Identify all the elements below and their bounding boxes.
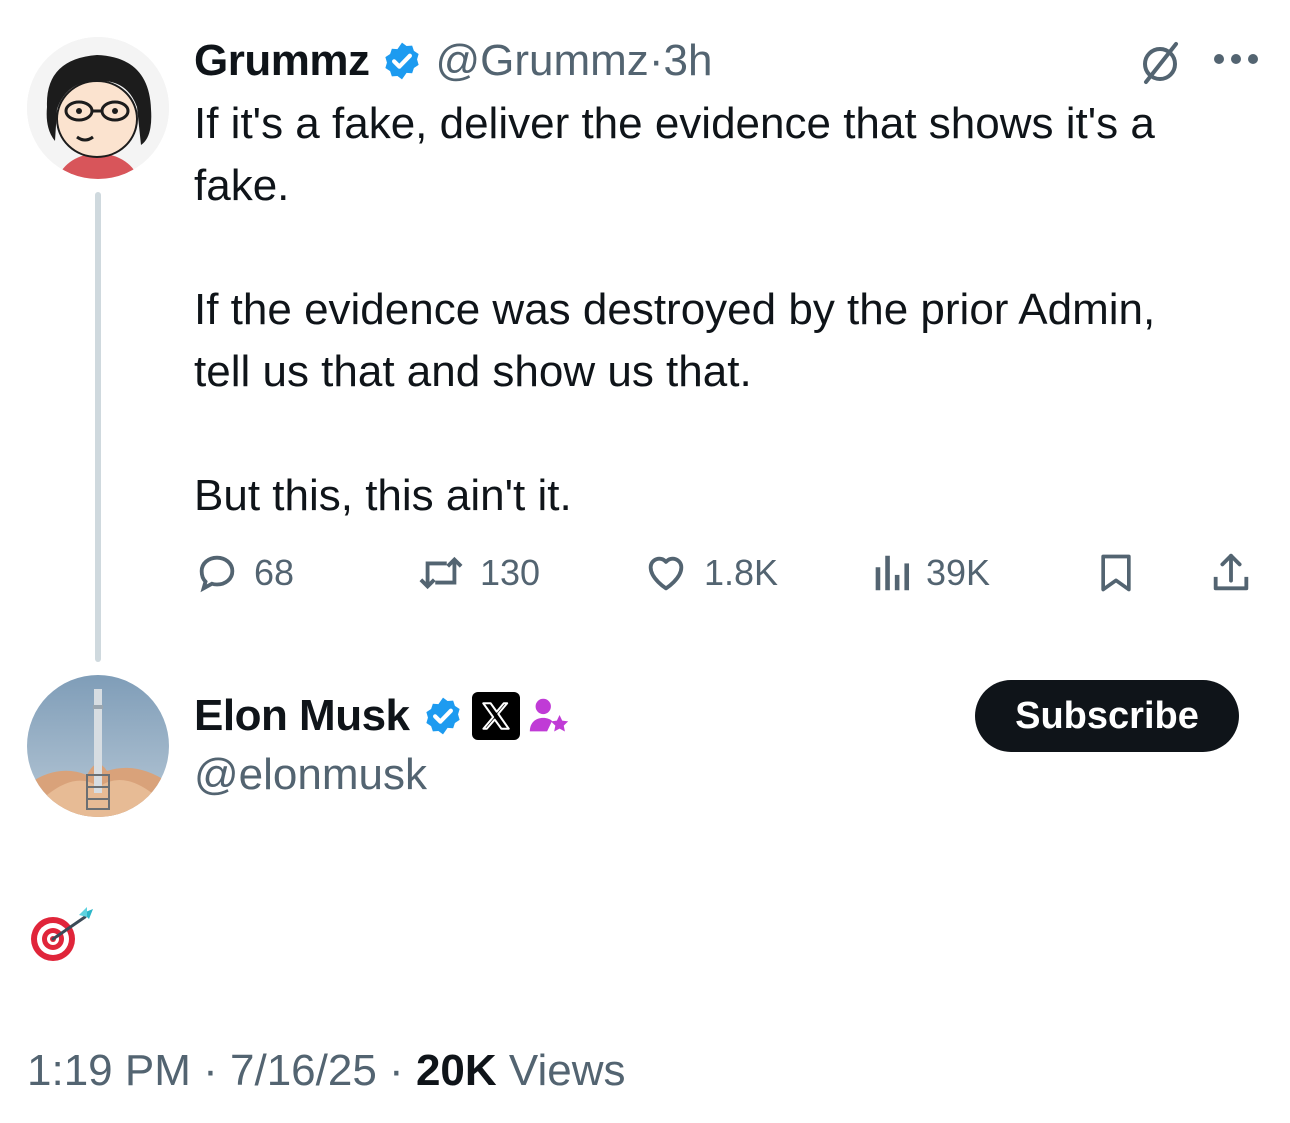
repost-button[interactable]: 130 xyxy=(416,548,540,598)
tweet-text-line: tell us that and show us that. xyxy=(194,347,752,396)
author-handle[interactable]: @Grummz xyxy=(435,36,648,85)
views-button[interactable]: 39K xyxy=(870,548,990,598)
reply-author-name[interactable]: Elon Musk xyxy=(194,691,410,741)
reply-timestamp-views: 1:19 PM · 7/16/25 · 20K Views xyxy=(27,1046,625,1096)
reply-author-handle[interactable]: @elonmusk xyxy=(194,750,427,800)
view-count: 39K xyxy=(926,552,991,593)
heart-icon xyxy=(648,556,684,591)
reply-date[interactable]: 7/16/25 xyxy=(230,1046,377,1095)
bookmark-icon xyxy=(1101,554,1131,592)
thread-connector-line xyxy=(95,192,101,662)
share-icon xyxy=(1213,553,1249,591)
reply-count: 68 xyxy=(254,552,295,593)
reply-time[interactable]: 1:19 PM xyxy=(27,1046,191,1095)
reply-button[interactable]: 68 xyxy=(194,548,294,598)
analytics-icon xyxy=(875,555,910,591)
verified-badge-icon xyxy=(385,42,420,80)
x-affiliate-badge-icon[interactable] xyxy=(471,692,520,740)
repost-icon xyxy=(419,556,463,590)
repost-count: 130 xyxy=(480,552,541,593)
more-options-icon[interactable] xyxy=(1212,52,1260,66)
verified-badge-icon xyxy=(425,697,460,735)
views-label: Views xyxy=(508,1046,626,1095)
grok-icon[interactable] xyxy=(1136,38,1184,86)
bookmark-button[interactable] xyxy=(1094,548,1138,598)
tweet-text-line: But this, this ain't it. xyxy=(194,471,572,520)
reply-view-count: 20K xyxy=(415,1046,497,1095)
account-type-icon xyxy=(529,698,568,732)
like-button[interactable]: 1.8K xyxy=(642,548,778,598)
grummz-avatar[interactable] xyxy=(27,37,169,179)
parent-tweet-header: Grummz @Grummz·3h xyxy=(194,33,712,89)
elonmusk-avatar[interactable] xyxy=(27,675,169,817)
tweet-text-line: If it's a fake, deliver the evidence tha… xyxy=(194,99,1155,148)
tweet-time[interactable]: 3h xyxy=(663,36,712,85)
direct-hit-emoji-icon xyxy=(31,907,93,961)
separator-dot: · xyxy=(389,1046,404,1095)
tweet-text-line: fake. xyxy=(194,161,290,210)
separator-dot: · xyxy=(203,1046,218,1095)
separator-dot: · xyxy=(648,36,664,85)
tweet-text-line: If the evidence was destroyed by the pri… xyxy=(194,285,1156,334)
like-count: 1.8K xyxy=(704,552,779,593)
subscribe-button[interactable]: Subscribe xyxy=(975,680,1239,752)
author-name[interactable]: Grummz xyxy=(194,36,370,86)
share-button[interactable] xyxy=(1208,548,1254,598)
reply-author-header: Elon Musk xyxy=(194,686,572,746)
reply-icon xyxy=(199,555,235,593)
